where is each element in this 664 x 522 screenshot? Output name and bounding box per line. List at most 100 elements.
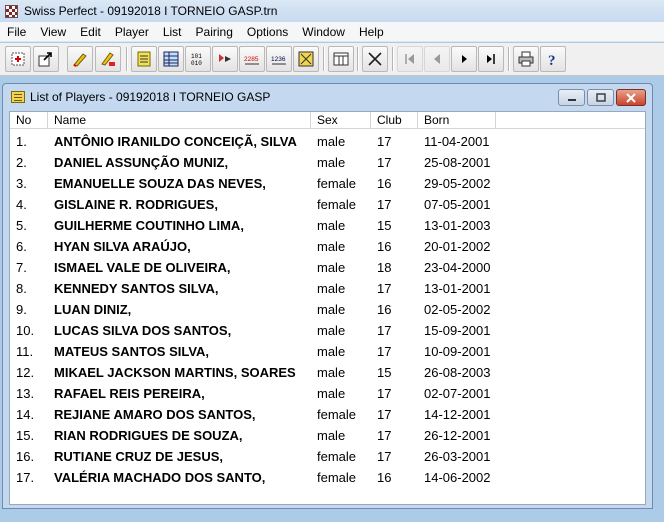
player-name: RAFAEL REIS PEREIRA, [54,386,205,401]
column-header-sex[interactable]: Sex [311,112,371,129]
player-name: RUTIANE CRUZ DE JESUS, [54,449,224,464]
delete-player-button[interactable] [95,46,121,72]
player-club: 17 [377,134,392,149]
columns-button[interactable] [328,46,354,72]
grid-button[interactable] [293,46,319,72]
new-player-icon [11,52,25,66]
column-header-club[interactable]: Club [371,112,418,129]
table-row[interactable]: 2. DANIEL ASSUNÇÃO MUNIZ, male 17 25-08-2001 [10,152,645,173]
player-name: KENNEDY SANTOS SILVA, [54,281,219,296]
player-number: 7. [16,260,27,275]
print-icon [518,51,534,67]
first-round-icon [405,54,414,64]
player-sex: male [317,218,346,233]
player-number: 9. [16,302,27,317]
binary-icon: 101010 [191,53,202,67]
table-button[interactable] [158,46,184,72]
menu-list[interactable]: List [156,22,189,42]
rating-button[interactable]: 2285 [239,46,265,72]
numbers-button[interactable]: 1236 [266,46,292,72]
column-header-born[interactable]: Born [418,112,496,129]
player-name: LUAN DINIZ, [54,302,132,317]
edit-player-icon [73,53,87,67]
flags-icon [219,54,231,62]
svg-text:2285: 2285 [244,56,259,63]
player-born: 15-09-2001 [424,323,491,338]
next-round-button[interactable] [451,46,477,72]
help-icon: ? [548,53,556,68]
last-round-icon [487,54,495,64]
table-row[interactable]: 6. HYAN SILVA ARAÚJO, male 16 20-01-2002 [10,236,645,257]
list-window-icon [11,91,25,103]
menu-help[interactable]: Help [352,22,391,42]
chessboard-icon [3,3,19,19]
table-row[interactable]: 14. REJIANE AMARO DOS SANTOS, female 17 14-1… [10,404,645,425]
menu-edit[interactable]: Edit [73,22,108,42]
player-sex: male [317,134,346,149]
cross-button[interactable] [362,46,388,72]
last-round-button[interactable] [478,46,504,72]
close-button[interactable] [616,89,646,106]
table-row[interactable]: 8. KENNEDY SANTOS SILVA, male 17 13-01-2001 [10,278,645,299]
menu-player[interactable]: Player [108,22,156,42]
table-row[interactable]: 12. MIKAEL JACKSON MARTINS, SOARES male 15 2… [10,362,645,383]
player-sex: male [317,302,346,317]
menu-file[interactable]: File [0,22,33,42]
binary-button[interactable]: 101 010 [185,46,211,72]
player-number: 6. [16,239,27,254]
player-list[interactable]: No Name Sex Club Born 1. ANTÔNIO IRANILDO… [9,111,646,505]
player-born: 14-12-2001 [424,407,491,422]
player-born: 25-08-2001 [424,155,491,170]
table-row[interactable]: 4. GISLAINE R. RODRIGUES, female 17 07-05-20… [10,194,645,215]
maximize-icon [595,92,606,102]
player-born: 07-05-2001 [424,197,491,212]
player-name: GISLAINE R. RODRIGUES, [54,197,218,212]
table-icon [163,51,179,67]
print-button[interactable] [513,46,539,72]
menu-view[interactable]: View [33,22,73,42]
table-row[interactable]: 17. VALÉRIA MACHADO DOS SANTO, female 16 14-… [10,467,645,488]
table-row[interactable]: 11. MATEUS SANTOS SILVA, male 17 10-09-2001 [10,341,645,362]
menu-bar: File View Edit Player List Pairing Optio… [0,22,664,42]
player-list-window: List of Players - 09192018 I TORNEIO GAS… [2,83,653,509]
help-button[interactable]: ? [540,46,566,72]
column-header-name[interactable]: Name [48,112,311,129]
player-born: 02-05-2002 [424,302,491,317]
export-button[interactable] [33,46,59,72]
flags-button[interactable] [212,46,238,72]
minimize-button[interactable] [558,89,585,106]
menu-pairing[interactable]: Pairing [189,22,240,42]
table-row[interactable]: 9. LUAN DINIZ, male 16 02-05-2002 [10,299,645,320]
maximize-button[interactable] [587,89,614,106]
table-row[interactable]: 5. GUILHERME COUTINHO LIMA, male 15 13-01-20… [10,215,645,236]
player-club: 17 [377,428,392,443]
player-number: 14. [16,407,35,422]
new-player-button[interactable] [5,46,31,72]
table-row[interactable]: 16. RUTIANE CRUZ DE JESUS, female 17 26-03-2… [10,446,645,467]
grid-icon [298,51,314,67]
player-name: ANTÔNIO IRANILDO CONCEIÇÃ, SILVA [54,134,297,149]
table-row[interactable]: 1. ANTÔNIO IRANILDO CONCEIÇÃ, SILVA male 17… [10,131,645,152]
player-list-button[interactable] [131,46,157,72]
menu-options[interactable]: Options [240,22,295,42]
prev-round-button[interactable] [424,46,450,72]
player-name: VALÉRIA MACHADO DOS SANTO, [54,470,266,485]
svg-text:1236: 1236 [271,56,286,63]
table-row[interactable]: 13. RAFAEL REIS PEREIRA, male 17 02-07-2001 [10,383,645,404]
first-round-button[interactable] [397,46,423,72]
table-row[interactable]: 15. RIAN RODRIGUES DE SOUZA, male 17 26-12-2… [10,425,645,446]
player-number: 17. [16,470,35,485]
player-born: 14-06-2002 [424,470,491,485]
table-row[interactable]: 10. LUCAS SILVA DOS SANTOS, male 17 15-09-20… [10,320,645,341]
edit-player-button[interactable] [67,46,93,72]
table-row[interactable]: 3. EMANUELLE SOUZA DAS NEVES, female 16 29-0… [10,173,645,194]
menu-window[interactable]: Window [295,22,352,42]
app-titlebar[interactable]: Swiss Perfect - 09192018 I TORNEIO GASP.… [0,0,664,22]
player-born: 13-01-2003 [424,218,491,233]
next-round-icon [462,55,467,63]
player-club: 17 [377,386,392,401]
table-row[interactable]: 7. ISMAEL VALE DE OLIVEIRA, male 18 23-04-20… [10,257,645,278]
column-header-no[interactable]: No [10,112,48,129]
player-list-titlebar[interactable]: List of Players - 09192018 I TORNEIO GAS… [3,84,652,110]
player-sex: male [317,323,346,338]
